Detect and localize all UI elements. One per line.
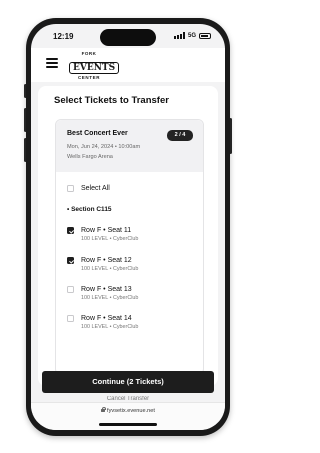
menu-icon[interactable] — [46, 58, 58, 68]
event-venue: Wells Fargo Arena — [67, 154, 113, 160]
battery-icon — [199, 32, 211, 39]
url-text: fyvsetix.evenue.net — [107, 408, 155, 414]
signal-icon — [173, 32, 185, 39]
status-time: 12:19 — [53, 32, 74, 41]
ticket-level-label: 100 LEVEL • CyberClub — [81, 324, 139, 330]
phone-screen: 12:19 5G FORK EVENTS CENTER Select Ticke… — [31, 24, 225, 430]
event-date: Mon, Jun 24, 2024 • 10:00am — [67, 144, 141, 150]
app-header: FORK EVENTS CENTER — [31, 48, 225, 82]
logo-main-text: EVENTS — [69, 62, 120, 74]
status-bar: 12:19 5G — [31, 24, 225, 48]
ticket-seat-label: Row F • Seat 12 — [81, 257, 132, 264]
events-center-logo[interactable]: FORK EVENTS CENTER — [69, 51, 120, 80]
select-all-checkbox[interactable] — [67, 185, 74, 192]
ticket-seat-label: Row F • Seat 11 — [81, 227, 132, 234]
event-ticket-panel: Best Concert Ever Mon, Jun 24, 2024 • 10… — [55, 119, 204, 375]
ticket-checkbox[interactable] — [67, 257, 74, 264]
select-all-label: Select All — [81, 185, 110, 192]
home-indicator[interactable] — [99, 423, 157, 426]
transfer-card: Select Tickets to Transfer Best Concert … — [38, 86, 218, 386]
ticket-checkbox[interactable] — [67, 286, 74, 293]
ticket-level-label: 100 LEVEL • CyberClub — [81, 295, 139, 301]
ticket-seat-label: Row F • Seat 13 — [81, 286, 132, 293]
browser-url-bar[interactable]: fyvsetix.evenue.net — [31, 402, 225, 430]
ticket-row[interactable]: Row F • Seat 13 100 LEVEL • CyberClub — [67, 285, 138, 302]
event-name: Best Concert Ever — [67, 130, 128, 137]
status-icons: 5G — [173, 32, 211, 39]
event-pager-badge: 2 / 4 — [167, 130, 193, 141]
ticket-checkbox[interactable] — [67, 227, 74, 234]
event-header: Best Concert Ever Mon, Jun 24, 2024 • 10… — [56, 120, 203, 172]
url-display: fyvsetix.evenue.net — [31, 406, 225, 414]
ticket-row[interactable]: Row F • Seat 12 100 LEVEL • CyberClub — [67, 256, 138, 273]
ticket-row[interactable]: Row F • Seat 14 100 LEVEL • CyberClub — [67, 314, 138, 331]
ticket-seat-label: Row F • Seat 14 — [81, 315, 132, 322]
ticket-row[interactable]: Row F • Seat 11 100 LEVEL • CyberClub — [67, 226, 138, 243]
logo-top-text: FORK — [81, 51, 97, 56]
network-label: 5G — [187, 32, 196, 39]
ticket-level-label: 100 LEVEL • CyberClub — [81, 236, 139, 242]
card-title: Select Tickets to Transfer — [54, 95, 169, 106]
continue-button[interactable]: Continue (2 Tickets) — [42, 371, 214, 393]
logo-bottom-text: CENTER — [77, 75, 101, 80]
select-all-row[interactable]: Select All — [67, 184, 110, 193]
section-label: • Section C115 — [67, 206, 112, 213]
dynamic-island — [100, 29, 156, 46]
lock-icon — [101, 406, 106, 413]
ticket-level-label: 100 LEVEL • CyberClub — [81, 266, 139, 272]
ticket-checkbox[interactable] — [67, 315, 74, 322]
